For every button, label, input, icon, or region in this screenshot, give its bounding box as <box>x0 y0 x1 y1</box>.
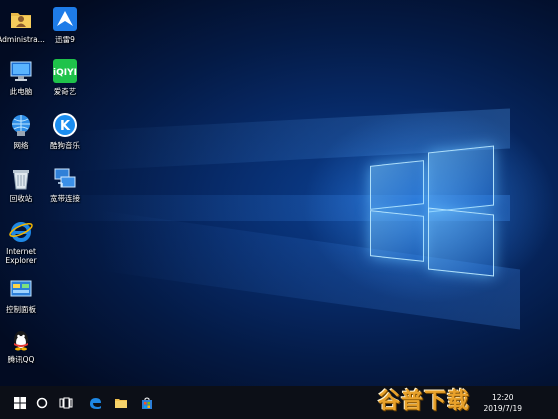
desktop-icon-broadband[interactable]: 宽带连接 <box>40 165 90 203</box>
internet-explorer-icon <box>8 218 34 244</box>
search-button[interactable] <box>30 386 54 419</box>
control-panel-icon <box>8 276 34 302</box>
recycle-bin-icon <box>8 165 34 191</box>
search-circle-icon <box>36 397 48 408</box>
desktop-icon-label: 迅雷9 <box>55 35 75 44</box>
desktop-icon-label: Internet Explorer <box>5 247 37 265</box>
edge-taskbar-button[interactable] <box>82 386 108 419</box>
taskbar: 12:20 2019/7/19 <box>0 386 558 419</box>
iqiyi-icon: iQIYI <box>52 58 78 84</box>
svg-text:K: K <box>60 119 71 134</box>
broadband-connection-icon <box>52 165 78 191</box>
file-explorer-taskbar-button[interactable] <box>108 386 134 419</box>
logo-pane <box>370 160 424 210</box>
desktop-icon-iqiyi[interactable]: iQIYI 爱奇艺 <box>40 58 90 96</box>
desktop-icon-tencent-qq[interactable]: 腾讯QQ <box>0 326 46 364</box>
task-view-button[interactable] <box>54 386 78 419</box>
desktop-icon-label: 爱奇艺 <box>53 87 77 96</box>
tencent-qq-icon <box>8 326 34 352</box>
logo-pane <box>370 210 424 262</box>
user-folder-icon <box>8 6 34 32</box>
edge-browser-icon <box>90 397 101 409</box>
clock-time: 12:20 <box>491 393 514 402</box>
desktop-wallpaper: Administra... 此电脑 网络 回收站 Internet Explor… <box>0 0 558 386</box>
desktop-icon-kugou-music[interactable]: K 酷狗音乐 <box>40 112 90 150</box>
start-windows-icon <box>14 396 26 409</box>
desktop-icon-thunder9[interactable]: 迅雷9 <box>40 6 90 44</box>
thunder-download-icon <box>52 6 78 32</box>
desktop-icon-label: 酷狗音乐 <box>50 141 80 150</box>
desktop-icon-control-panel[interactable]: 控制面板 <box>0 276 46 314</box>
logo-pane <box>428 145 494 213</box>
desktop-icon-label: 宽带连接 <box>50 194 80 203</box>
logo-pane <box>428 207 494 277</box>
site-watermark: 谷普下载 <box>378 389 471 414</box>
file-explorer-icon <box>115 398 127 408</box>
task-view-icon <box>59 397 73 408</box>
store-taskbar-button[interactable] <box>134 386 160 419</box>
desktop-icon-label: 腾讯QQ <box>7 355 35 364</box>
this-pc-icon <box>8 58 34 84</box>
windows-logo-wallpaper <box>366 145 496 280</box>
clock-date: 2019/7/19 <box>483 404 522 413</box>
kugou-music-icon: K <box>52 112 78 138</box>
system-clock[interactable]: 12:20 2019/7/19 <box>484 392 522 414</box>
desktop-icon-label: 控制面板 <box>6 305 36 314</box>
store-icon <box>142 397 152 409</box>
desktop-icon-internet-explorer[interactable]: Internet Explorer <box>0 218 46 265</box>
svg-text:iQIYI: iQIYI <box>53 68 77 78</box>
network-icon <box>8 112 34 138</box>
